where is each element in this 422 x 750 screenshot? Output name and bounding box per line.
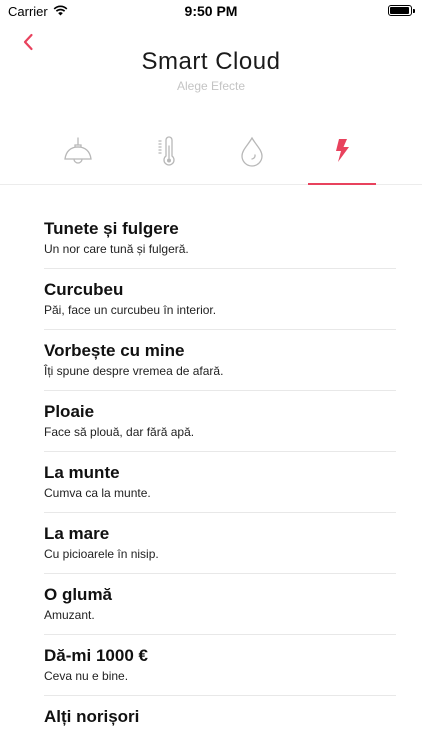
tab-humidity[interactable] xyxy=(218,126,286,184)
page-subtitle: Alege Efecte xyxy=(176,79,246,93)
effect-description: Cumva ca la munte. xyxy=(44,486,151,500)
thermometer-icon xyxy=(158,136,175,166)
effect-title: La mare xyxy=(44,524,110,543)
lightning-bolt-icon xyxy=(336,139,349,162)
status-bar: Carrier 9:50 PM xyxy=(0,0,422,24)
effect-title: Curcubeu xyxy=(44,280,124,299)
tab-lighting[interactable] xyxy=(44,126,112,184)
battery-level xyxy=(390,7,409,14)
effect-description: Îți spune despre vremea de afară. xyxy=(44,364,224,378)
list-item[interactable]: La munte Cumva ca la munte. xyxy=(44,452,396,513)
effect-description: Face să plouă, dar fără apă. xyxy=(44,425,195,439)
effect-title: La munte xyxy=(44,463,120,482)
screen: Carrier 9:50 PM Smart Cloud Alege Efecte xyxy=(0,0,422,750)
effect-description: Păi, face un curcubeu în interior. xyxy=(44,303,217,317)
list-item[interactable]: O glumă Amuzant. xyxy=(44,574,396,635)
effect-title: Alți norișori xyxy=(44,707,140,726)
effect-title: O glumă xyxy=(44,585,113,604)
effect-description: Amuzant. xyxy=(44,608,95,622)
water-drop-icon xyxy=(241,136,263,167)
tab-effects[interactable] xyxy=(308,126,376,185)
battery-icon xyxy=(388,5,415,16)
battery-tip xyxy=(413,9,415,13)
status-time: 9:50 PM xyxy=(184,3,238,19)
lamp-icon xyxy=(64,137,92,164)
effect-title: Dă-mi 1000 € xyxy=(44,646,148,665)
list-item[interactable]: Dă-mi 1000 € Ceva nu e bine. xyxy=(44,635,396,696)
effect-title: Tunete și fulgere xyxy=(44,219,179,238)
list-item[interactable]: Alți norișori xyxy=(44,696,396,750)
effect-description: Ceva nu e bine. xyxy=(44,669,129,683)
effect-description: Un nor care tună și fulgeră. xyxy=(44,242,189,256)
tab-temperature[interactable] xyxy=(133,126,201,184)
effect-title: Vorbește cu mine xyxy=(44,341,185,360)
list-item[interactable]: Vorbește cu mine Îți spune despre vremea… xyxy=(44,330,396,391)
effects-list: Tunete și fulgere Un nor care tună și fu… xyxy=(44,208,396,750)
list-item[interactable]: Curcubeu Păi, face un curcubeu în interi… xyxy=(44,269,396,330)
effect-title: Ploaie xyxy=(44,402,95,421)
effect-description: Cu picioarele în nisip. xyxy=(44,547,159,561)
active-tab-indicator xyxy=(308,183,376,185)
list-item[interactable]: Tunete și fulgere Un nor care tună și fu… xyxy=(44,208,396,269)
list-item[interactable]: La mare Cu picioarele în nisip. xyxy=(44,513,396,574)
list-item[interactable]: Ploaie Face să plouă, dar fără apă. xyxy=(44,391,396,452)
page-title: Smart Cloud xyxy=(141,48,281,75)
category-tabs xyxy=(0,126,422,185)
